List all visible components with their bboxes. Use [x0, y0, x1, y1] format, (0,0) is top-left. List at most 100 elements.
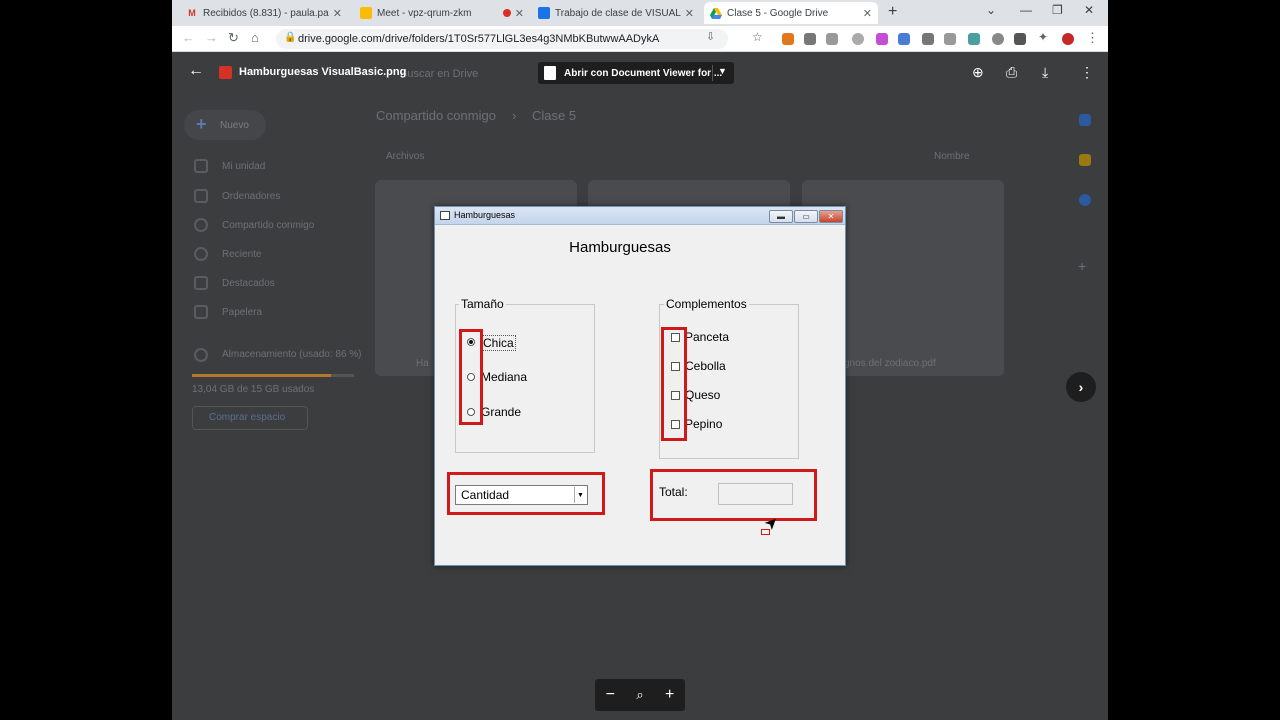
maximize-button[interactable]: ▭ — [794, 210, 818, 223]
my-drive-icon — [194, 159, 208, 173]
extension-icon[interactable] — [826, 33, 838, 45]
meet-icon — [360, 7, 372, 19]
browser-window: M Recibidos (8.831) - paula.pallavic ✕ M… — [172, 0, 1108, 720]
home-icon[interactable]: ⌂ — [251, 30, 259, 45]
zoom-out-button[interactable]: − — [606, 686, 615, 704]
checkbox-panceta-label: Panceta — [685, 330, 730, 344]
new-button: + Nuevo — [184, 110, 266, 140]
buy-storage-label: Comprar espacio — [209, 412, 286, 423]
buy-storage-button: Comprar espacio — [192, 406, 308, 430]
clock-icon — [194, 247, 208, 261]
trash-icon — [194, 305, 208, 319]
print-icon[interactable]: ⎙ — [1006, 64, 1017, 81]
sidebar-item-starred: Destacados — [222, 278, 275, 289]
drive-icon — [710, 7, 722, 19]
extension-icon[interactable] — [852, 33, 864, 45]
lock-icon: 🔒 — [284, 32, 297, 43]
address-bar[interactable]: 🔒 drive.google.com/drive/folders/1T0Sr57… — [276, 29, 728, 49]
highlight-box — [661, 327, 687, 441]
zoom-controls: − ⌕ + — [595, 679, 685, 711]
divider — [712, 65, 713, 81]
close-button[interactable]: ✕ — [819, 210, 843, 223]
tab-meet[interactable]: Meet - vpz-qrum-zkm ✕ — [354, 2, 530, 24]
close-icon[interactable]: ✕ — [333, 7, 342, 20]
metamask-icon[interactable] — [782, 33, 794, 45]
restore-button[interactable]: ❐ — [1052, 3, 1063, 17]
install-icon[interactable]: ⇩ — [706, 30, 715, 43]
tab-classroom[interactable]: Trabajo de clase de VISUAL BASI ✕ — [532, 2, 700, 24]
close-window-button[interactable]: ✕ — [1084, 3, 1094, 17]
plus-icon: + — [196, 114, 207, 134]
open-with-button[interactable]: Abrir con Document Viewer for ... ▼ — [538, 62, 734, 84]
chevron-down-icon[interactable]: ▼ — [718, 66, 727, 76]
back-arrow-icon[interactable]: ← — [188, 62, 204, 80]
highlight-box — [447, 472, 605, 515]
download-icon[interactable]: ⤓ — [1042, 64, 1048, 81]
avatar[interactable] — [1062, 33, 1074, 45]
add-to-drive-icon[interactable]: ⊕ — [972, 64, 984, 81]
sidebar-item-computers: Ordenadores — [222, 191, 281, 202]
sidebar-item-trash: Papelera — [222, 307, 263, 318]
tab-gmail[interactable]: M Recibidos (8.831) - paula.pallavic ✕ — [180, 2, 348, 24]
extension-icon[interactable] — [876, 33, 888, 45]
document-viewer-icon — [544, 66, 556, 80]
screen: M Recibidos (8.831) - paula.pallavic ✕ M… — [0, 0, 1280, 720]
minimize-button[interactable]: ▬ — [769, 210, 793, 223]
keep-icon — [1079, 154, 1091, 166]
tab-search-icon[interactable]: ⌄ — [986, 3, 996, 17]
extension-icon[interactable] — [944, 33, 956, 45]
menu-icon[interactable]: ⋮ — [1086, 30, 1099, 46]
vb-form-window: Hamburguesas ▬ ▭ ✕ Hamburguesas Tamaño C… — [434, 206, 846, 566]
checkbox-queso-label: Queso — [685, 388, 721, 402]
highlight-box — [459, 329, 483, 425]
computers-icon — [194, 189, 208, 203]
zoom-in-button[interactable]: + — [665, 686, 674, 704]
browser-toolbar: ← → ↻ ⌂ 🔒 drive.google.com/drive/folders… — [172, 26, 1108, 52]
next-file-button[interactable]: › — [1066, 372, 1096, 402]
extras-frame-title: Complementos — [664, 297, 749, 311]
open-with-label: Abrir con Document Viewer for ... — [564, 67, 723, 79]
extension-p-icon[interactable] — [804, 33, 816, 45]
extension-icon[interactable] — [1014, 33, 1026, 45]
gmail-icon: M — [188, 8, 196, 18]
tab-label: Meet - vpz-qrum-zkm — [377, 7, 472, 19]
zoom-icon[interactable]: ⌕ — [636, 687, 643, 703]
sort-label: Nombre — [934, 151, 970, 162]
cloud-icon — [194, 348, 208, 362]
new-tab-button[interactable]: + — [888, 3, 897, 21]
tasks-icon — [1079, 194, 1091, 206]
extension-icon[interactable] — [968, 33, 980, 45]
plus-icon: + — [1078, 258, 1087, 274]
file-name: Ha — [416, 358, 429, 369]
puzzle-icon[interactable]: ✦ — [1038, 30, 1048, 44]
storage-used: 13,04 GB de 15 GB usados — [192, 384, 315, 395]
tab-label: Trabajo de clase de VISUAL BASI — [555, 7, 681, 19]
tab-label: Clase 5 - Google Drive — [727, 7, 829, 19]
new-button-label: Nuevo — [220, 119, 249, 131]
back-icon[interactable]: ← — [182, 30, 195, 45]
close-icon[interactable]: ✕ — [685, 7, 694, 20]
close-icon[interactable]: ✕ — [515, 7, 524, 20]
chevron-right-icon: › — [512, 108, 517, 123]
translate-icon[interactable] — [898, 33, 910, 45]
tab-drive[interactable]: Clase 5 - Google Drive ✕ — [704, 2, 878, 24]
breadcrumb-parent: Compartido conmigo — [376, 108, 496, 123]
more-options-icon[interactable]: ⋮ — [1080, 64, 1094, 81]
reload-icon[interactable]: ↻ — [228, 30, 239, 46]
vb-title-bar: Hamburguesas ▬ ▭ ✕ — [435, 207, 845, 225]
close-icon[interactable]: ✕ — [863, 7, 872, 20]
star-icon[interactable]: ☆ — [752, 30, 763, 44]
storage-label: Almacenamiento (usado: 86 %) — [222, 349, 362, 360]
url-text: drive.google.com/drive/folders/1T0Sr577L… — [298, 33, 660, 45]
checkbox-pepino-label: Pepino — [685, 417, 723, 431]
storage-bar-fill — [192, 374, 332, 377]
files-label: Archivos — [386, 151, 425, 162]
extension-icon[interactable] — [992, 33, 1004, 45]
shared-icon — [194, 218, 208, 232]
extension-icon[interactable] — [922, 33, 934, 45]
viewer-header: ← Hamburguesas VisualBasic.png Abrir con… — [172, 52, 1108, 92]
forward-icon[interactable]: → — [205, 30, 218, 45]
minimize-button[interactable]: — — [1020, 3, 1032, 17]
side-panel: + — [1064, 100, 1108, 720]
viewer-file-name: Hamburguesas VisualBasic.png — [239, 66, 407, 78]
